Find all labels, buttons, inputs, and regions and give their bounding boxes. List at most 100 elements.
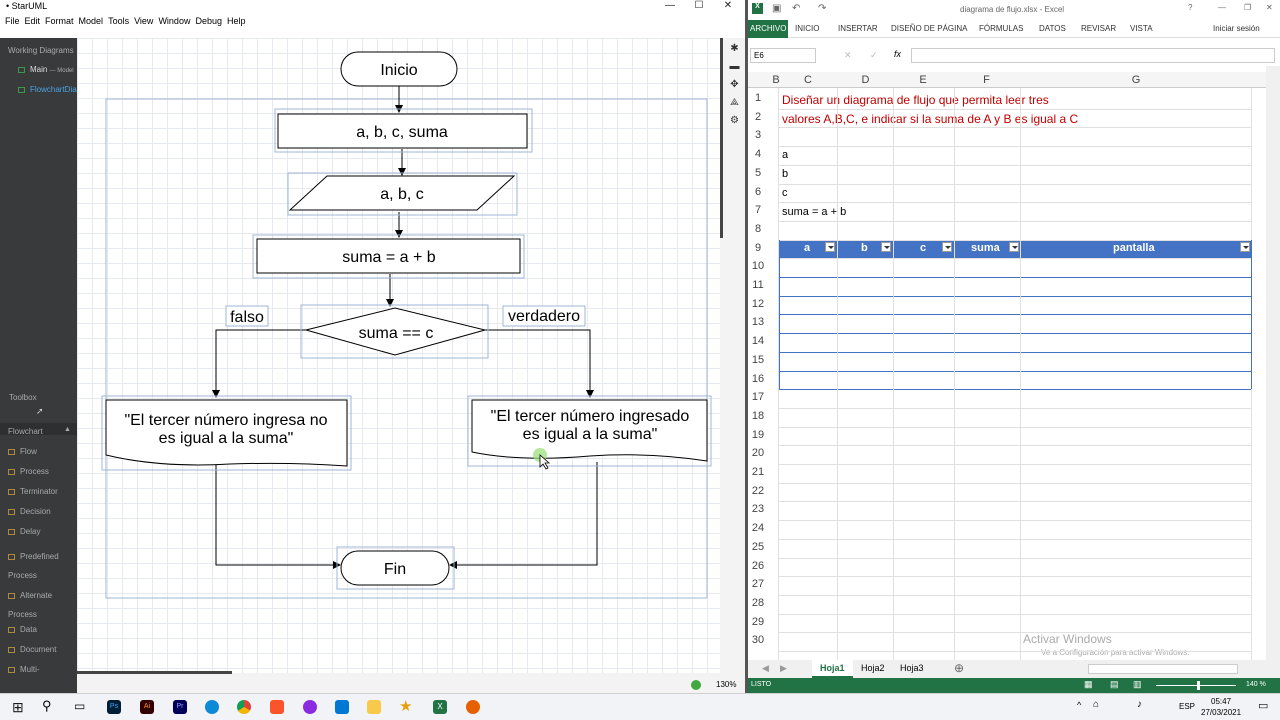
excel-vertical-scrollbar[interactable] [1266,66,1280,660]
row-header[interactable]: 14 [748,335,768,347]
brave-icon[interactable] [270,700,284,714]
menu-debug[interactable]: Debug [195,14,222,29]
tab-datos[interactable]: DATOS [1039,24,1066,33]
signin-link[interactable]: Iniciar sesión [1213,24,1260,33]
col-d[interactable]: D [838,74,893,88]
row-header[interactable]: 9 [748,242,768,254]
row-header[interactable]: 21 [748,466,768,478]
redo-icon[interactable]: ↷ [818,3,826,14]
row-header[interactable]: 30 [748,634,768,646]
clock-date[interactable]: 27/03/2021 [1201,708,1241,717]
sheet-tab-hoja1[interactable]: Hoja1 [812,660,853,678]
menu-help[interactable]: Help [227,14,246,29]
filter-dropdown-icon[interactable] [942,242,952,252]
row-header[interactable]: 17 [748,391,768,403]
diagram-item-main[interactable]: Main — Model [18,65,77,74]
menu-edit[interactable]: Edit [25,14,41,29]
cell-c4[interactable]: a [782,149,788,161]
clock-time[interactable]: 05:47 [1211,697,1231,706]
tool-document[interactable]: Document [8,645,56,654]
maximize-button[interactable]: ☐ [684,0,714,13]
fx-label[interactable]: fx [894,49,901,59]
notifications-icon[interactable]: ▭ [1258,699,1268,712]
cell-c1[interactable]: Diseñar un diagrama de flujo que permita… [782,93,1049,107]
cell-c5[interactable]: b [782,168,788,180]
tool-delay[interactable]: Delay [8,527,40,536]
excel-minimize-button[interactable]: — [1218,3,1226,12]
row-header[interactable]: 13 [748,316,768,328]
page-layout-icon[interactable]: ▤ [1110,679,1119,690]
properties-icon[interactable]: ▬ [726,58,743,76]
menu-view[interactable]: View [134,14,153,29]
edge-icon[interactable] [205,700,219,714]
app-icon[interactable] [303,700,317,714]
excel-horizontal-scrollbar[interactable] [1088,664,1238,674]
canvas-horizontal-scrollbar[interactable] [77,671,232,674]
minimize-button[interactable]: — [655,0,685,13]
row-header[interactable]: 5 [748,167,768,179]
menu-tools[interactable]: Tools [108,14,129,29]
filter-dropdown-icon[interactable] [1240,242,1250,252]
tab-vista[interactable]: VISTA [1130,24,1153,33]
row-header[interactable]: 18 [748,410,768,422]
menu-window[interactable]: Window [158,14,190,29]
menu-file[interactable]: File [5,14,20,29]
excel-restore-button[interactable]: ❐ [1244,3,1251,12]
vscode-icon[interactable] [335,700,349,714]
network-icon[interactable]: ⌂ [1093,699,1099,710]
sheet-tab-hoja2[interactable]: Hoja2 [861,663,885,673]
row-header[interactable]: 11 [748,279,768,291]
row-header[interactable]: 4 [748,148,768,160]
page-break-icon[interactable]: ▥ [1133,679,1142,690]
tab-revisar[interactable]: REVISAR [1081,24,1116,33]
row-header[interactable]: 20 [748,447,768,459]
staruml-icon[interactable]: ★ [399,697,412,715]
settings-icon[interactable]: ⚙ [726,112,743,130]
filter-dropdown-icon[interactable] [825,242,835,252]
extensions-icon[interactable]: ✱ [726,40,743,58]
tool-process[interactable]: Process [8,467,49,476]
excel-close-button[interactable]: ✕ [1266,3,1273,12]
help-icon[interactable]: ? [1188,3,1192,12]
chrome-icon[interactable] [237,700,251,714]
name-box[interactable] [750,48,816,63]
tab-diseno[interactable]: DISEÑO DE PÁGINA [891,24,967,33]
row-header[interactable]: 7 [748,204,768,216]
filter-dropdown-icon[interactable] [1009,242,1019,252]
flowchart-section-label[interactable]: Flowchart [8,427,43,436]
menu-model[interactable]: Model [79,14,104,29]
filter-dropdown-icon[interactable] [881,242,891,252]
tool-multi[interactable]: Multi- [8,665,40,674]
tool-data[interactable]: Data [8,625,37,634]
navigator-icon[interactable]: ✥ [726,76,743,94]
cell-c2[interactable]: valores A,B,C, e indicar si la suma de A… [782,112,1078,126]
sheet-tab-hoja3[interactable]: Hoja3 [900,663,924,673]
zoom-slider-thumb[interactable] [1197,681,1200,690]
search-icon[interactable]: ⚲ [42,698,52,714]
row-header[interactable]: 26 [748,560,768,572]
task-view-icon[interactable]: ▭ [74,699,85,713]
col-c[interactable]: C [783,74,833,88]
file-explorer-icon[interactable] [367,700,381,714]
validation-ok-icon[interactable] [691,680,701,690]
prev-sheet-icon[interactable]: ◀ [762,663,769,674]
row-header[interactable]: 12 [748,298,768,310]
col-f[interactable]: F [954,74,1019,88]
canvas-vertical-scrollbar[interactable] [720,38,723,238]
tool-predefined-process[interactable]: Predefined Process [8,547,77,585]
save-icon[interactable]: ▣ [772,3,781,14]
col-g[interactable]: G [1020,74,1252,88]
col-b[interactable]: B [770,74,782,88]
tab-inicio[interactable]: INICIO [795,24,819,33]
firefox-icon[interactable] [466,700,480,714]
tab-archivo[interactable]: ARCHIVO [748,20,789,38]
tool-terminator[interactable]: Terminator [8,487,58,496]
row-header[interactable]: 24 [748,522,768,534]
collapse-icon[interactable]: ▲ [64,426,71,433]
next-sheet-icon[interactable]: ▶ [780,663,787,674]
undo-icon[interactable]: ↶ [792,3,800,14]
row-header[interactable]: 28 [748,597,768,609]
row-header[interactable]: 25 [748,541,768,553]
tab-formulas[interactable]: FÓRMULAS [979,24,1023,33]
row-header[interactable]: 23 [748,503,768,515]
